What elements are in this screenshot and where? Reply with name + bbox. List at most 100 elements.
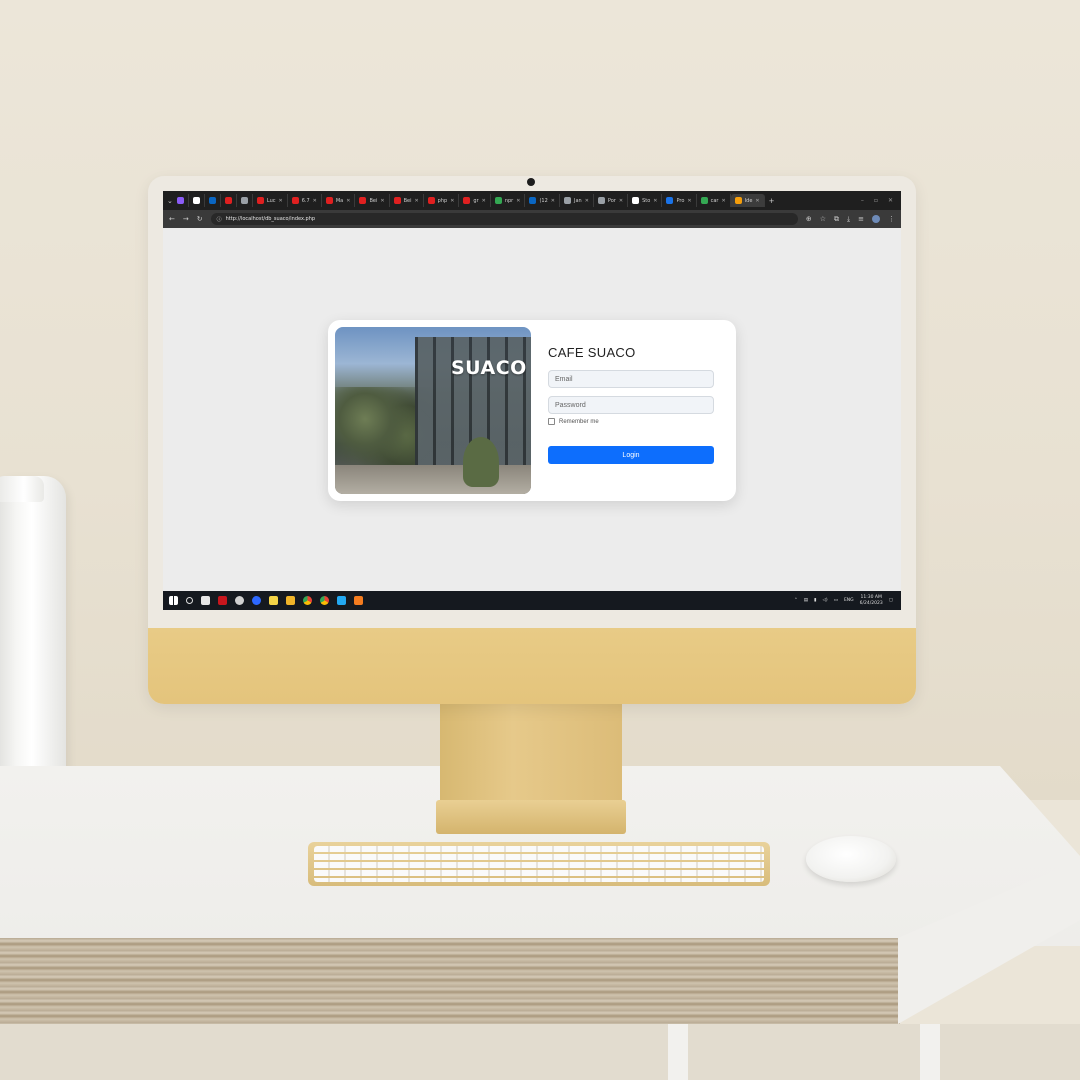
site-info-icon[interactable]: ⓘ (217, 216, 222, 223)
tab-favicon-icon (240, 197, 248, 204)
zoom-app-icon[interactable] (252, 596, 261, 605)
tab-close-icon[interactable]: ✕ (687, 198, 691, 204)
tab-close-icon[interactable]: ✕ (346, 198, 350, 204)
monitor-chin (148, 628, 916, 704)
tab-close-icon[interactable]: ✕ (551, 198, 555, 204)
bookmark-star-icon[interactable]: ☆ (820, 215, 826, 223)
browser-tab[interactable]: car ✕ (697, 194, 731, 207)
language-indicator[interactable]: ENG (844, 598, 854, 603)
tab-favicon-icon (666, 197, 674, 204)
menu-kebab-icon[interactable]: ⋮ (888, 215, 895, 223)
zoom-icon[interactable]: ⊕ (806, 215, 812, 223)
address-bar[interactable]: ⓘ http://localhost/db_suaco/index.php (210, 213, 798, 225)
tab-label: Bei (369, 197, 378, 204)
browser-tab[interactable]: 6.7 ✕ (288, 194, 322, 207)
tab-label: Pro (676, 197, 685, 204)
tab-favicon-icon (393, 197, 401, 204)
tab-close-icon[interactable]: ✕ (585, 198, 589, 204)
tab-close-icon[interactable]: ✕ (450, 198, 454, 204)
tab-close-icon[interactable]: ✕ (721, 198, 725, 204)
search-icon[interactable] (186, 597, 193, 604)
login-form: CAFE SUACO Email Password Remember me Lo… (548, 345, 714, 464)
keyboard (308, 842, 770, 886)
task-view-icon[interactable] (201, 596, 210, 605)
vscode-icon[interactable] (337, 596, 346, 605)
browser-tab[interactable] (173, 194, 189, 207)
browser-tab[interactable]: Luc ✕ (253, 194, 288, 207)
tab-close-icon[interactable]: ✕ (380, 198, 384, 204)
browser-tab[interactable] (189, 194, 205, 207)
maximize-icon[interactable]: ▫ (874, 197, 878, 204)
tab-close-icon[interactable]: ✕ (482, 198, 486, 204)
tab-close-icon[interactable]: ✕ (313, 198, 317, 204)
tray-chevron-icon[interactable]: ⌃ (794, 598, 798, 603)
browser-tab[interactable]: Bei ✕ (390, 194, 424, 207)
tab-favicon-icon (256, 197, 264, 204)
browser-tab[interactable]: Jan ✕ (560, 194, 594, 207)
login-button[interactable]: Login (548, 446, 714, 464)
tray-app-icon[interactable]: ▤ (804, 598, 808, 603)
password-field[interactable]: Password (548, 396, 714, 414)
app-icon-red[interactable] (218, 596, 227, 605)
browser-tab[interactable]: Por ✕ (594, 194, 629, 207)
battery-icon[interactable]: ▮ (814, 598, 816, 603)
tab-favicon-icon (734, 197, 742, 204)
screen: ⌄ Luc ✕ 6.7 ✕ Ma ✕ Bei ✕ Bei ✕ php ✕ gr ✕ npr ✕ (12 ✕ Jan ✕… (163, 191, 901, 610)
browser-tab[interactable] (237, 194, 253, 207)
chrome-icon[interactable] (303, 596, 312, 605)
tab-label: Sto (642, 197, 651, 204)
desk-leg (920, 1024, 940, 1080)
browser-tab[interactable]: Ma ✕ (322, 194, 356, 207)
new-tab-button[interactable]: + (769, 197, 775, 205)
tab-close-icon[interactable]: ✕ (755, 198, 759, 204)
camera-icon (527, 178, 535, 186)
download-icon[interactable]: ⤓ (847, 215, 850, 224)
profile-avatar[interactable] (872, 215, 880, 223)
browser-tab[interactable]: Sto ✕ (628, 194, 663, 207)
extensions-icon[interactable]: ⧉ (834, 215, 839, 224)
browser-tab[interactable]: gr ✕ (459, 194, 491, 207)
browser-tab[interactable]: Pro ✕ (662, 194, 697, 207)
tab-close-icon[interactable]: ✕ (516, 198, 520, 204)
tab-label: Bei (403, 197, 412, 204)
email-field[interactable]: Email (548, 370, 714, 388)
back-icon[interactable]: ← (169, 215, 175, 223)
browser-tab[interactable]: Ide ✕ (730, 194, 765, 207)
tab-favicon-icon (176, 197, 184, 204)
reload-icon[interactable]: ↻ (197, 215, 203, 223)
remember-me-checkbox[interactable] (548, 418, 555, 425)
browser-tab[interactable] (221, 194, 237, 207)
tab-favicon-icon (597, 197, 605, 204)
volume-icon[interactable]: ◁) (822, 598, 827, 603)
reading-list-icon[interactable]: ≡ (858, 215, 864, 223)
cafe-photo: SUACO (335, 327, 531, 494)
notification-icon[interactable]: ▢ (889, 598, 893, 603)
tab-close-icon[interactable]: ✕ (653, 198, 657, 204)
login-title: CAFE SUACO (548, 345, 636, 360)
sticky-notes-icon[interactable] (269, 596, 278, 605)
clock[interactable]: 11:30 AM 6/24/2023 (860, 595, 883, 607)
tab-favicon-icon (494, 197, 502, 204)
remember-me-label[interactable]: Remember me (559, 419, 599, 425)
browser-tab[interactable]: Bei ✕ (355, 194, 390, 207)
browser-tab[interactable]: php ✕ (424, 194, 460, 207)
forward-icon[interactable]: → (183, 215, 189, 223)
chrome-profile-icon[interactable] (320, 596, 329, 605)
photo-ground (335, 465, 531, 494)
xampp-icon[interactable] (354, 596, 363, 605)
keyboard-layout-icon[interactable]: ▭ (834, 598, 838, 603)
browser-tab[interactable]: (12 ✕ (525, 194, 560, 207)
file-explorer-icon[interactable] (286, 596, 295, 605)
tab-close-icon[interactable]: ✕ (279, 198, 283, 204)
windows-start-icon[interactable] (169, 596, 178, 605)
tab-close-icon[interactable]: ✕ (619, 198, 623, 204)
app-icon-gray[interactable] (235, 596, 244, 605)
browser-tab[interactable] (205, 194, 221, 207)
tab-favicon-icon (563, 197, 571, 204)
minimize-icon[interactable]: – (861, 197, 864, 204)
tab-list: Luc ✕ 6.7 ✕ Ma ✕ Bei ✕ Bei ✕ php ✕ gr ✕ npr ✕ (12 ✕ Jan ✕ Po… (173, 194, 765, 207)
browser-toolbar: ← → ↻ ⓘ http://localhost/db_suaco/index.… (163, 210, 901, 228)
close-window-icon[interactable]: ✕ (888, 197, 893, 204)
tab-close-icon[interactable]: ✕ (414, 198, 418, 204)
browser-tab[interactable]: npr ✕ (491, 194, 526, 207)
